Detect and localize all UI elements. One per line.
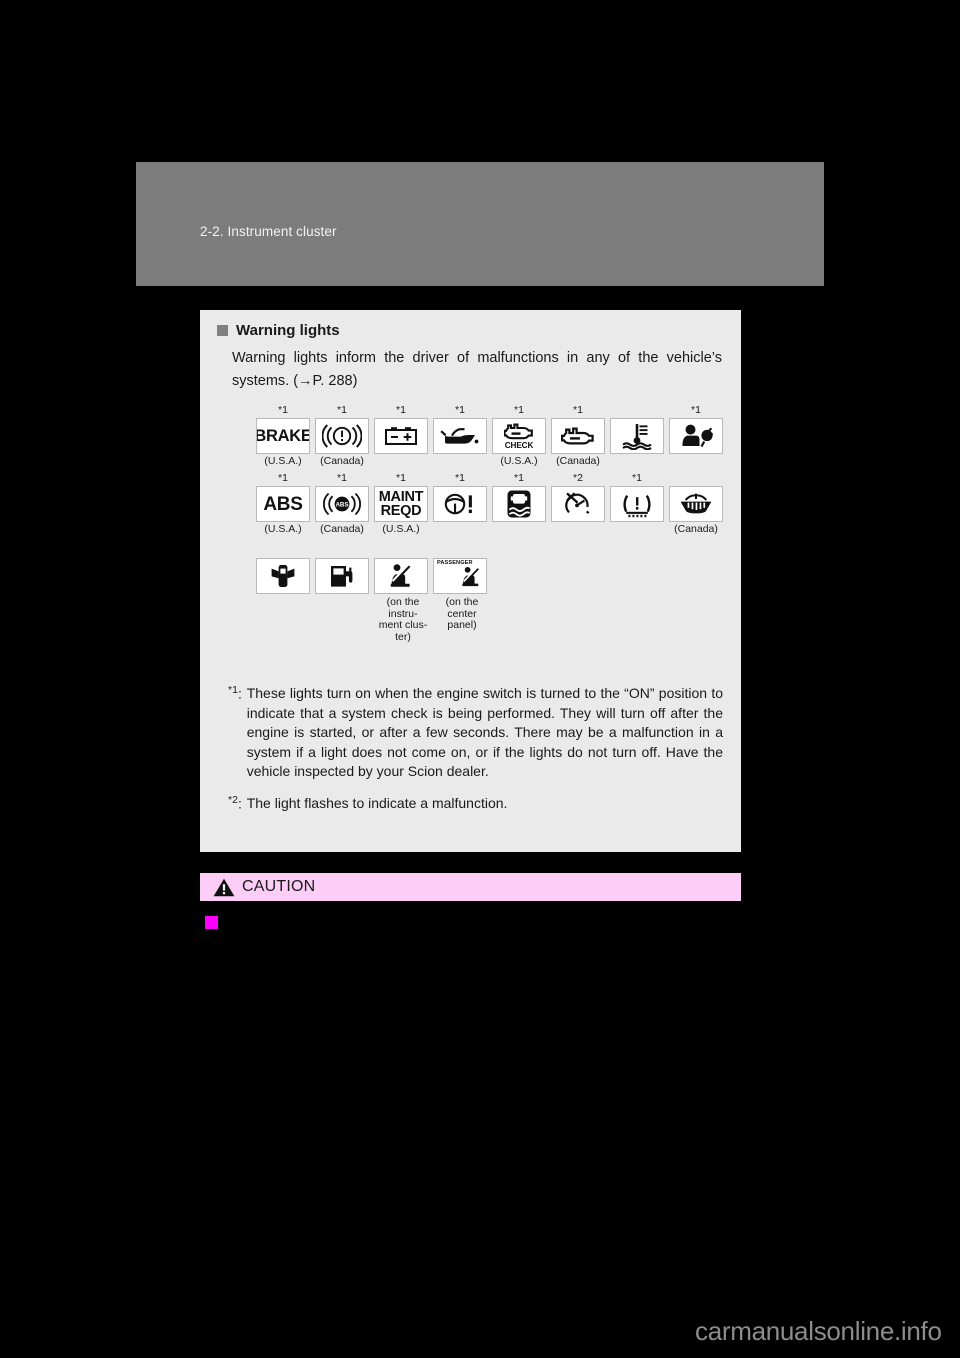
caution-title: CAUTION (242, 878, 316, 895)
region-label: (U.S.A.) (264, 455, 302, 467)
footnotes-block: *1: These lights turn on when the engine… (228, 684, 723, 825)
star-label: *1 (691, 404, 701, 416)
maintenance-required-icon[interactable]: MAINT REQD (374, 486, 428, 522)
open-door-warning-icon[interactable] (256, 558, 310, 594)
slip-indicator-vsc-icon[interactable] (492, 486, 546, 522)
low-washer-fluid-level-icon[interactable] (669, 486, 723, 522)
section-heading: Warning lights (217, 322, 340, 339)
star-label: *1 (337, 472, 347, 484)
warning-lights-panel: Warning lights Warning lights inform the… (200, 310, 741, 852)
magenta-square-bullet-icon (205, 916, 218, 929)
footnote-1: *1: These lights turn on when the engine… (228, 684, 723, 782)
star-label: *1 (278, 472, 288, 484)
page-title: 2-2. Instrument cluster (200, 224, 337, 239)
section-heading-label: Warning lights (236, 322, 340, 339)
star-label: *1 (396, 404, 406, 416)
star-label: *1 (455, 404, 465, 416)
caution-band: CAUTION (200, 873, 741, 901)
star-label: *1 (337, 404, 347, 416)
footnote-2-marker: *2: (228, 793, 242, 812)
low-engine-oil-pressure-icon[interactable] (433, 418, 487, 454)
malfunction-indicator-check-icon[interactable]: CHECK (492, 418, 546, 454)
vsc-off-indicator-icon[interactable] (551, 486, 605, 522)
star-label: *1 (573, 404, 583, 416)
footnote-2-text: The light flashes to indicate a malfunct… (246, 794, 508, 811)
region-label: (U.S.A.) (382, 523, 420, 535)
star-label: *1 (278, 404, 288, 416)
maint-reqd-icon-label: MAINT REQD (378, 488, 424, 519)
row-2-star-labels: *1 *1 *1 *1 *1 *2 *1 (237, 472, 717, 486)
region-label: (Canada) (674, 523, 718, 535)
warning-lights-row-3: PASSENGER (on the instru- ment clus- ter (237, 558, 717, 653)
brake-system-warning-canada-icon[interactable] (315, 418, 369, 454)
check-engine-icon-label: CHECK (504, 440, 534, 450)
section-intro-paragraph: Warning lights inform the driver of malf… (232, 350, 722, 389)
driver-seat-belt-reminder-icon[interactable] (374, 558, 428, 594)
abs-warning-icon[interactable]: ABS (256, 486, 310, 522)
region-label: (Canada) (320, 455, 364, 467)
srs-airbag-warning-icon[interactable] (669, 418, 723, 454)
abs-icon-label: ABS (263, 493, 303, 515)
region-label: (Canada) (320, 523, 364, 535)
row-3-icon-boxes: PASSENGER (237, 558, 717, 595)
svg-text:ABS: ABS (335, 502, 348, 509)
abs-warning-canada-icon[interactable]: ABS (315, 486, 369, 522)
charging-system-battery-icon[interactable] (374, 418, 428, 454)
star-label: *1 (632, 472, 642, 484)
row-3-sub-notes: (on the instru- ment clus- ter) (on the … (237, 595, 717, 653)
region-label: (Canada) (556, 455, 600, 467)
star-label: *1 (514, 472, 524, 484)
star-label: *1 (396, 472, 406, 484)
row-1-star-labels: *1 *1 *1 *1 *1 *1 *1 (237, 404, 717, 418)
low-fuel-level-warning-icon[interactable] (315, 558, 369, 594)
footnote-1-marker: *1: (228, 684, 242, 702)
square-bullet-icon (217, 325, 228, 336)
region-label: (U.S.A.) (500, 455, 538, 467)
passenger-belt-location-note: (on the center panel) (445, 596, 479, 632)
passenger-seat-belt-reminder-icon[interactable]: PASSENGER (433, 558, 487, 594)
row-1-icon-boxes: BRAKE CHECK (237, 418, 723, 455)
star-label: *1 (455, 472, 465, 484)
high-engine-coolant-temperature-icon[interactable] (610, 418, 664, 454)
warning-triangle-icon (213, 878, 235, 896)
malfunction-indicator-canada-icon[interactable] (551, 418, 605, 454)
electric-power-steering-warning-icon[interactable] (433, 486, 487, 522)
warning-lights-row-1: *1 *1 *1 *1 *1 *1 *1 BRAKE CHECK (U.S.A.… (237, 404, 723, 470)
row-2-region-labels: (U.S.A.) (Canada) (U.S.A.) (Canada) (237, 523, 718, 538)
site-watermark: carmanualsonline.info (695, 1316, 942, 1346)
page-header-band: 2-2. Instrument cluster (136, 162, 824, 286)
low-tire-pressure-warning-icon[interactable] (610, 486, 664, 522)
footnote-1-text: These lights turn on when the engine swi… (246, 685, 723, 779)
brake-icon-label: BRAKE (256, 426, 310, 445)
row-2-icon-boxes: ABS ABS MAINT REQD (237, 486, 723, 523)
driver-belt-location-note: (on the instru- ment clus- ter) (378, 596, 428, 643)
footnote-2: *2: The light flashes to indicate a malf… (228, 794, 723, 814)
row-1-region-labels: (U.S.A.) (Canada) (U.S.A.) (Canada) (237, 455, 717, 470)
warning-lights-row-2: *1 *1 *1 *1 *1 *2 *1 ABS ABS MAINT REQD … (237, 472, 723, 538)
brake-system-warning-icon[interactable]: BRAKE (256, 418, 310, 454)
region-label: (U.S.A.) (264, 523, 302, 535)
star-label: *2 (573, 472, 583, 484)
star-label: *1 (514, 404, 524, 416)
warning-lights-icon-grid: *1 *1 *1 *1 *1 *1 *1 BRAKE CHECK (U.S.A.… (237, 404, 723, 653)
